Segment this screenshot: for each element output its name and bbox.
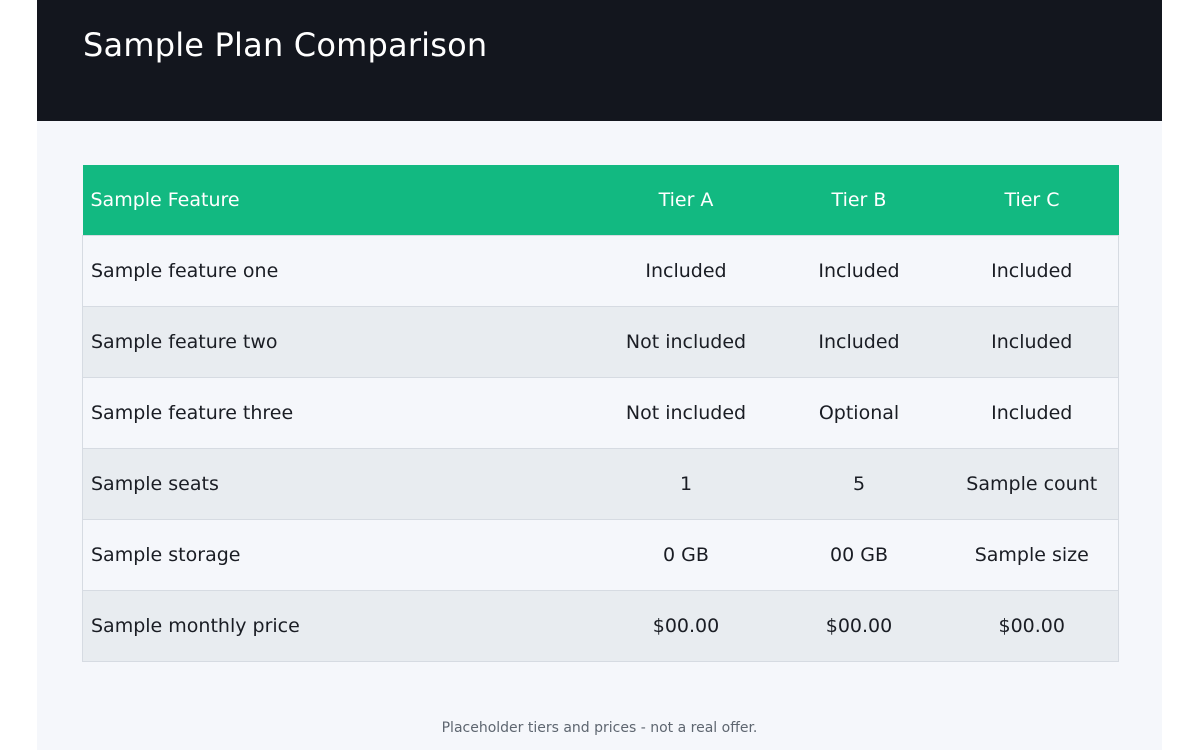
tier-a-cell: 1 xyxy=(599,448,773,520)
table-body: Sample feature one Included Included Inc… xyxy=(82,235,1119,662)
table-header-row: Sample Feature Tier A Tier B Tier C xyxy=(82,165,1119,236)
tier-a-cell: $00.00 xyxy=(599,590,773,662)
tier-c-cell: $00.00 xyxy=(945,590,1119,662)
column-header-tier-c: Tier C xyxy=(945,165,1119,236)
table-row: Sample monthly price $00.00 $00.00 $00.0… xyxy=(82,590,1119,662)
column-header-tier-b: Tier B xyxy=(772,165,946,236)
tier-c-cell: Sample count xyxy=(945,448,1119,520)
table-row: Sample feature three Not included Option… xyxy=(82,377,1119,449)
tier-c-cell: Included xyxy=(945,306,1119,378)
table-row: Sample seats 1 5 Sample count xyxy=(82,448,1119,520)
feature-cell: Sample feature three xyxy=(82,377,600,449)
comparison-table-container: Sample Feature Tier A Tier B Tier C Samp… xyxy=(82,165,1119,662)
feature-cell: Sample monthly price xyxy=(82,590,600,662)
feature-cell: Sample feature two xyxy=(82,306,600,378)
comparison-table: Sample Feature Tier A Tier B Tier C Samp… xyxy=(82,165,1119,662)
tier-a-cell: Included xyxy=(599,235,773,307)
feature-cell: Sample seats xyxy=(82,448,600,520)
tier-b-cell: 5 xyxy=(772,448,946,520)
table-row: Sample feature two Not included Included… xyxy=(82,306,1119,378)
tier-b-cell: $00.00 xyxy=(772,590,946,662)
tier-b-cell: 00 GB xyxy=(772,519,946,591)
tier-b-cell: Optional xyxy=(772,377,946,449)
app-window: Sample Plan Comparison Sample Feature Ti… xyxy=(37,0,1162,750)
table-header: Sample Feature Tier A Tier B Tier C xyxy=(82,165,1119,236)
feature-cell: Sample feature one xyxy=(82,235,600,307)
footnote: Placeholder tiers and prices - not a rea… xyxy=(441,720,758,736)
column-header-feature: Sample Feature xyxy=(82,165,600,236)
tier-c-cell: Included xyxy=(945,377,1119,449)
page-title: Sample Plan Comparison xyxy=(83,26,488,64)
column-header-tier-a: Tier A xyxy=(599,165,773,236)
table-row: Sample storage 0 GB 00 GB Sample size xyxy=(82,519,1119,591)
tier-a-cell: Not included xyxy=(599,377,773,449)
tier-b-cell: Included xyxy=(772,235,946,307)
tier-a-cell: 0 GB xyxy=(599,519,773,591)
tier-c-cell: Sample size xyxy=(945,519,1119,591)
page-header: Sample Plan Comparison xyxy=(37,0,1162,121)
tier-b-cell: Included xyxy=(772,306,946,378)
table-row: Sample feature one Included Included Inc… xyxy=(82,235,1119,307)
tier-a-cell: Not included xyxy=(599,306,773,378)
feature-cell: Sample storage xyxy=(82,519,600,591)
tier-c-cell: Included xyxy=(945,235,1119,307)
